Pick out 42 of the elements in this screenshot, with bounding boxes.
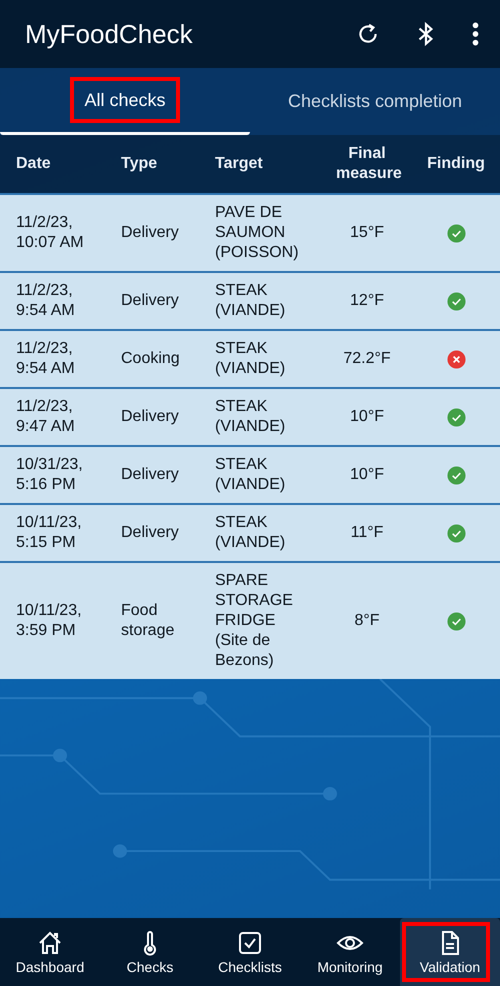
table-cell-text: 11/2/23, 9:47 AM [16,397,76,437]
tab[interactable]: Checklists completion [250,68,500,135]
table-cell-text: 12°F [349,291,385,311]
nav-item[interactable]: Monitoring [300,918,400,986]
nav-item[interactable]: Checklists [200,918,300,986]
table-cell-text: Food storage [121,601,176,641]
table-cell-text: Delivery [121,523,180,543]
column-header: Target [215,154,264,174]
table-cell-text: STEAK (VIANDE) [215,281,286,321]
table-cell-text: 10°F [349,407,385,427]
table-cell-text: STEAK (VIANDE) [215,397,286,437]
table-cell-text: 10/11/23, 3:59 PM [16,601,83,641]
checkbox-icon [236,929,264,957]
table-cell-text: 10/11/23, 5:15 PM [16,513,83,553]
column-header: Date [16,154,52,174]
table-cell-text: 10/31/23, 5:16 PM [16,455,84,495]
table-cell-text: STEAK (VIANDE) [215,455,286,495]
table-cell-text: 72.2°F [342,349,392,369]
table-cell-text: 15°F [349,223,385,243]
table-cell-text: Delivery [121,407,180,427]
table-cell-text: Delivery [121,465,180,485]
nav-item[interactable]: Checks [100,918,200,986]
nav-item[interactable]: Validation [400,918,500,986]
more-icon[interactable] [471,21,480,47]
table-cell-text: SPARE STORAGE FRIDGE (Site de Bezons) [215,571,294,671]
app-title: MyFoodCheck [25,18,193,50]
table-cell-text: STEAK (VIANDE) [215,339,286,379]
table-cell-text: Delivery [121,291,180,311]
table-cell-text: 11/2/23, 10:07 AM [16,213,85,253]
table-cell-text: Cooking [121,349,181,369]
table-cell-text: 8°F [353,611,381,631]
table-cell-text: 11/2/23, 9:54 AM [16,339,76,379]
column-header: Final measure [335,144,403,184]
column-header: Type [121,154,158,174]
table-cell-text: Delivery [121,223,180,243]
table-cell-text: 10°F [349,465,385,485]
table-cell-text: 11°F [350,523,384,543]
table-cell-text: STEAK (VIANDE) [215,513,286,553]
table-cell-text: 11/2/23, 9:54 AM [16,281,76,321]
table-cell-text: PAVE DE SAUMON (POISSON) [215,203,300,263]
nav-item[interactable]: Dashboard [0,918,100,986]
column-header: Finding [426,154,486,174]
